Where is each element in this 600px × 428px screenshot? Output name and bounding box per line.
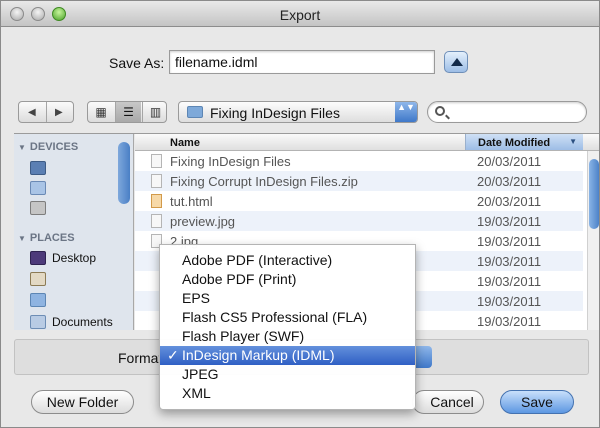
title-bar: Export [1,1,599,27]
places-heading: PLACES [18,232,75,244]
file-name: tut.html [170,194,213,209]
html-file-icon [151,194,162,208]
file-name: Fixing InDesign Files [170,154,291,169]
location-label: Fixing InDesign Files [210,105,340,121]
file-name: preview.jpg [170,214,236,229]
menu-item-flash-swf[interactable]: Flash Player (SWF) [160,327,415,346]
column-header: Name Date Modified [135,134,599,151]
sidebar: DEVICES PLACES Desktop Documents [14,134,134,330]
sidebar-item-documents[interactable]: Documents [52,315,113,329]
search-field[interactable] [427,101,587,123]
save-button[interactable]: Save [500,390,574,414]
popup-arrows-icon: ▲▼ [395,102,417,122]
location-popup[interactable]: Fixing InDesign Files ▲▼ [178,101,418,123]
list-view-icon[interactable]: ☰ [115,102,141,122]
devices-heading: DEVICES [18,141,78,153]
drive-icon[interactable] [30,201,46,215]
folder-icon [187,106,203,118]
file-date: 19/03/2011 [477,314,542,329]
scrollbar-thumb[interactable] [589,159,599,229]
save-as-label: Save As: [109,55,165,71]
date-modified-column-header[interactable]: Date Modified [465,134,583,150]
search-icon [435,106,445,116]
computer-icon[interactable] [30,161,46,175]
new-folder-button[interactable]: New Folder [31,390,134,414]
forward-arrow-icon[interactable]: ▶ [55,107,63,118]
zip-file-icon [151,174,162,188]
format-label: Format [118,350,163,366]
menu-item-flash-fla[interactable]: Flash CS5 Professional (FLA) [160,308,415,327]
column-view-icon[interactable]: ▥ [142,102,166,122]
menu-item-adobe-pdf-interactive[interactable]: Adobe PDF (Interactive) [160,251,415,270]
file-date: 19/03/2011 [477,254,542,269]
documents-icon[interactable] [30,315,46,329]
file-date: 20/03/2011 [477,194,542,209]
file-row[interactable]: Fixing InDesign Files 20/03/2011 [135,151,583,171]
file-row[interactable]: Fixing Corrupt InDesign Files.zip 20/03/… [135,171,583,191]
checkmark-icon: ✓ [167,347,179,363]
file-row[interactable]: preview.jpg 19/03/2011 [135,211,583,231]
window-title: Export [279,7,321,23]
file-date: 20/03/2011 [477,174,542,189]
file-date: 19/03/2011 [477,274,542,289]
back-forward-control: ◀ ▶ [18,101,74,123]
collapse-toggle-button[interactable] [444,51,468,73]
format-dropdown-menu: Adobe PDF (Interactive) Adobe PDF (Print… [159,244,416,410]
save-as-input[interactable]: filename.idml [169,50,435,74]
menu-item-jpeg[interactable]: JPEG [160,365,415,384]
file-row[interactable]: tut.html 20/03/2011 [135,191,583,211]
name-column-header[interactable]: Name [170,137,200,149]
menu-item-indesign-idml[interactable]: ✓ InDesign Markup (IDML) [160,346,415,365]
file-date: 19/03/2011 [477,294,542,309]
file-list-scrollbar[interactable] [587,151,599,330]
menu-item-label: InDesign Markup (IDML) [182,347,335,363]
disk-icon[interactable] [30,181,46,195]
desktop-icon[interactable] [30,251,46,265]
icon-view-icon[interactable]: ▦ [88,102,114,122]
sidebar-scrollbar[interactable] [118,142,130,204]
file-date: 20/03/2011 [477,154,542,169]
folder-icon [151,154,162,168]
image-file-icon [151,214,162,228]
sidebar-item-desktop[interactable]: Desktop [52,251,96,265]
view-mode-control: ▦ ☰ ▥ [87,101,167,123]
menu-item-adobe-pdf-print[interactable]: Adobe PDF (Print) [160,270,415,289]
menu-item-eps[interactable]: EPS [160,289,415,308]
file-date: 19/03/2011 [477,214,542,229]
file-date: 19/03/2011 [477,234,542,249]
cancel-button[interactable]: Cancel [412,390,484,414]
folder-icon[interactable] [30,293,46,307]
back-arrow-icon[interactable]: ◀ [28,107,36,118]
menu-item-xml[interactable]: XML [160,384,415,403]
home-icon[interactable] [30,272,46,286]
file-name: Fixing Corrupt InDesign Files.zip [170,174,358,189]
export-dialog: Export Save As: filename.idml ◀ ▶ ▦ ☰ ▥ … [0,0,600,428]
